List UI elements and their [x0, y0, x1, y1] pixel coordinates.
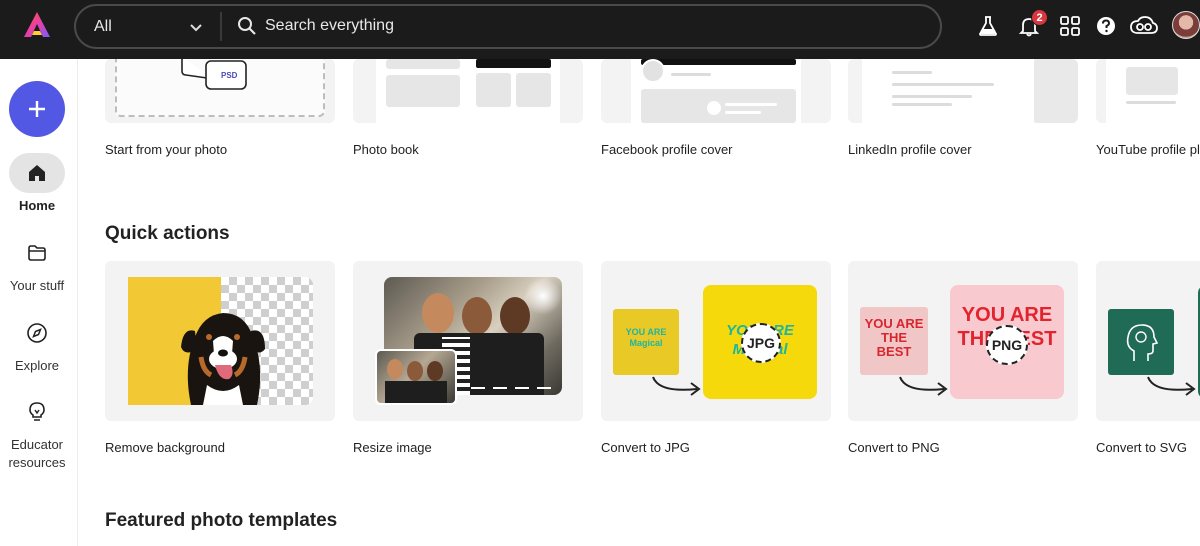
search-divider	[220, 12, 222, 41]
psd-file-icon	[181, 59, 247, 90]
card-label: LinkedIn profile cover	[848, 142, 972, 157]
arrow-icon	[899, 376, 948, 396]
sidebar-item-label: Educator resources	[8, 437, 66, 470]
source-image: YOU ARE THE BEST	[860, 307, 928, 375]
card-label: Convert to PNG	[848, 440, 940, 455]
lightbulb-icon	[29, 402, 45, 421]
thumb-text: YOU ARE Magical	[625, 327, 667, 348]
your-stuff-pill	[9, 233, 65, 273]
plus-icon	[29, 101, 45, 117]
help-icon[interactable]	[1093, 13, 1119, 39]
card-label: Resize image	[353, 440, 432, 455]
sidebar-item-label: Explore	[14, 358, 60, 373]
home-pill	[9, 153, 65, 193]
chevron-down-icon	[188, 19, 204, 40]
featured-templates-title: Featured photo templates	[105, 510, 338, 531]
sidebar-item-label: Home	[18, 198, 56, 213]
notification-badge: 2	[1031, 9, 1048, 26]
quick-actions-title: Quick actions	[105, 223, 230, 244]
main-content: PSD Start from your photo Photo book Fac…	[78, 59, 1200, 546]
apps-grid-icon[interactable]	[1057, 13, 1083, 39]
search-bar: All Search everything	[74, 4, 942, 49]
card-label: YouTube profile pl	[1096, 142, 1200, 157]
card-thumbnail: YOU ARE THE BEST YOU ARE THE BEST PNG	[848, 261, 1078, 421]
sidebar-item-label: Your stuff	[9, 278, 65, 293]
head-profile-icon	[1126, 324, 1159, 361]
sidebar-item-educator-resources[interactable]: Educator resources	[0, 392, 74, 472]
dog-image	[181, 313, 265, 405]
card-thumbnail	[601, 59, 831, 123]
arrow-icon	[652, 376, 701, 396]
card-label: Remove background	[105, 440, 225, 455]
card-label: Convert to JPG	[601, 440, 690, 455]
create-button[interactable]	[9, 81, 65, 137]
psd-badge: PSD	[221, 71, 238, 80]
thumb-text: YOU ARE THE BEST	[864, 316, 924, 359]
sidebar-item-home[interactable]: Home	[0, 153, 74, 215]
search-input[interactable]: Search everything	[265, 17, 394, 35]
card-thumbnail	[105, 261, 335, 421]
card-label: Facebook profile cover	[601, 142, 733, 157]
user-avatar[interactable]	[1172, 11, 1200, 39]
adobe-express-logo[interactable]	[22, 10, 52, 40]
top-bar: All Search everything 2	[0, 0, 1200, 59]
home-icon	[29, 165, 45, 181]
converted-image: YOU ARE Magical JPG	[703, 285, 817, 399]
card-label: Start from your photo	[105, 142, 228, 157]
creative-cloud-icon[interactable]	[1129, 13, 1159, 39]
labs-flask-icon[interactable]	[975, 13, 1001, 39]
arrow-icon	[1147, 376, 1196, 396]
format-badge: JPG	[741, 323, 781, 363]
card-label: Convert to SVG	[1096, 440, 1188, 455]
source-image: YOU ARE Magical	[613, 309, 679, 375]
card-thumbnail	[848, 59, 1078, 123]
sidebar: Home Your stuff Explore Educator resourc…	[0, 59, 78, 546]
explore-pill	[9, 313, 65, 353]
card-thumbnail	[1096, 261, 1200, 421]
sidebar-item-explore[interactable]: Explore	[0, 313, 74, 375]
card-thumbnail	[353, 261, 583, 421]
compass-icon	[27, 323, 47, 343]
friends-photo-small	[375, 349, 457, 405]
source-image	[1108, 309, 1174, 375]
card-thumbnail	[353, 59, 583, 123]
search-icon	[237, 16, 257, 41]
folder-icon	[28, 245, 46, 261]
sidebar-item-your-stuff[interactable]: Your stuff	[0, 233, 74, 295]
search-scope-label: All	[94, 18, 112, 35]
educator-pill	[9, 392, 65, 432]
converted-image: YOU ARE THE BEST PNG	[950, 285, 1064, 399]
crop-guide	[471, 387, 555, 389]
search-scope-dropdown[interactable]: All	[76, 6, 220, 47]
card-thumbnail	[1096, 59, 1200, 123]
card-thumbnail: YOU ARE Magical YOU ARE Magical JPG	[601, 261, 831, 421]
format-badge: PNG	[986, 325, 1028, 365]
card-label: Photo book	[353, 142, 419, 157]
card-thumbnail: PSD	[105, 59, 335, 123]
